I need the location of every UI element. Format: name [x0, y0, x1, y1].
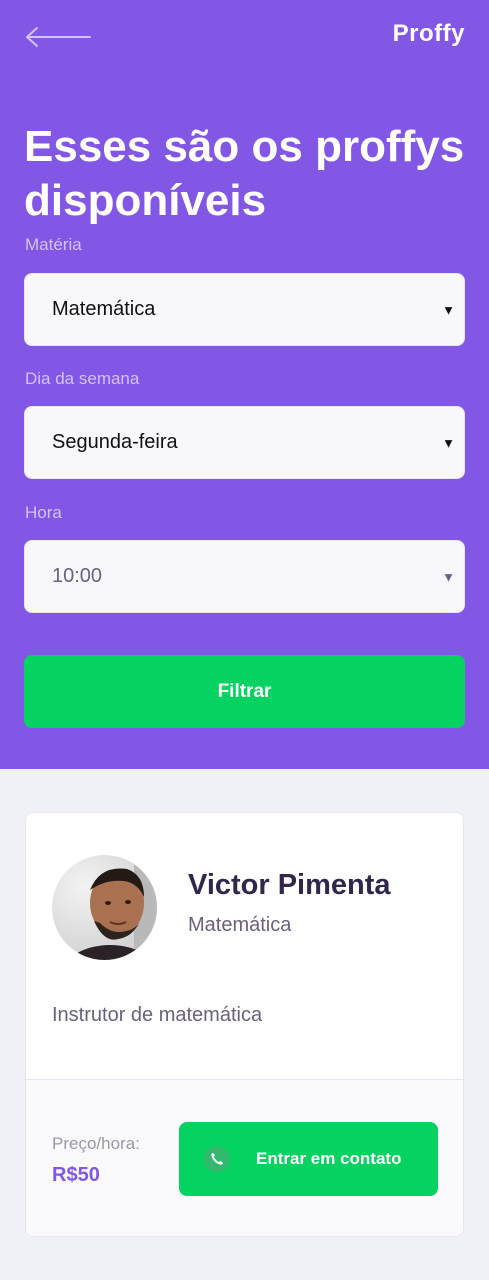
teacher-card: Victor Pimenta Matemática Instrutor de m…: [25, 812, 464, 1237]
chevron-down-icon: ▼: [442, 569, 455, 584]
subject-label: Matéria: [25, 235, 82, 254]
chevron-down-icon: ▼: [442, 435, 455, 450]
time-label: Hora: [25, 503, 62, 522]
page-title: Esses são os proffys disponíveis: [24, 122, 465, 225]
contact-button[interactable]: Entrar em contato: [179, 1122, 438, 1196]
filter-button[interactable]: Filtrar: [24, 655, 465, 728]
avatar: [52, 855, 157, 960]
logo: Proffy: [392, 20, 465, 47]
subject-select-value: Matemática: [52, 298, 156, 320]
weekday-select-value: Segunda-feira: [52, 431, 178, 453]
teacher-bio: Instrutor de matemática: [52, 1004, 263, 1026]
chevron-down-icon: ▼: [442, 302, 455, 317]
teacher-name: Victor Pimenta: [188, 869, 391, 901]
weekday-label: Dia da semana: [25, 369, 140, 388]
whatsapp-icon: [204, 1146, 230, 1172]
price-label: Preço/hora:: [52, 1134, 140, 1153]
page-header: Proffy Esses são os proffys disponíveis …: [0, 0, 489, 769]
card-footer: Preço/hora: R$50 Entrar em contato: [26, 1079, 463, 1236]
contact-button-label: Entrar em contato: [256, 1149, 402, 1168]
back-arrow-icon[interactable]: [24, 24, 92, 50]
weekday-select[interactable]: Segunda-feira ▼: [24, 406, 465, 479]
price-value: R$50: [52, 1164, 100, 1186]
time-select-value: 10:00: [52, 565, 103, 587]
teacher-subject: Matemática: [188, 914, 292, 936]
subject-select[interactable]: Matemática ▼: [24, 273, 465, 346]
time-select[interactable]: 10:00 ▼: [24, 540, 465, 613]
